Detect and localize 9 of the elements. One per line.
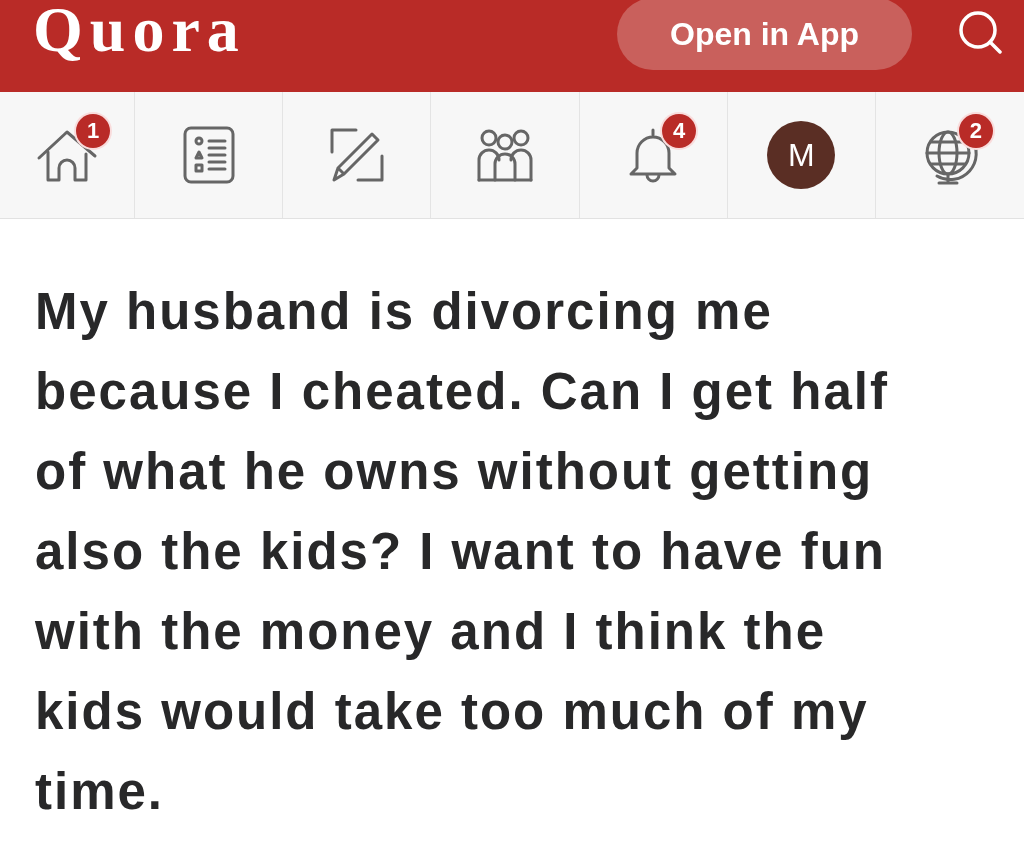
open-in-app-button[interactable]: Open in App xyxy=(617,0,912,70)
search-icon xyxy=(957,10,1003,54)
search-button[interactable] xyxy=(957,10,1003,54)
site-logo[interactable]: Quora xyxy=(33,0,246,60)
question-text: My husband is divorcing me because I cheated. Can I get half of what he owns without getting also the kids? I want to have fun with the money and I think the kids would take too much of my time. xyxy=(34,282,890,822)
notification-badge: 2 xyxy=(958,114,993,148)
notification-badge: 4 xyxy=(662,114,697,148)
notification-badge: 1 xyxy=(76,114,110,148)
profile-avatar: M xyxy=(767,121,836,189)
